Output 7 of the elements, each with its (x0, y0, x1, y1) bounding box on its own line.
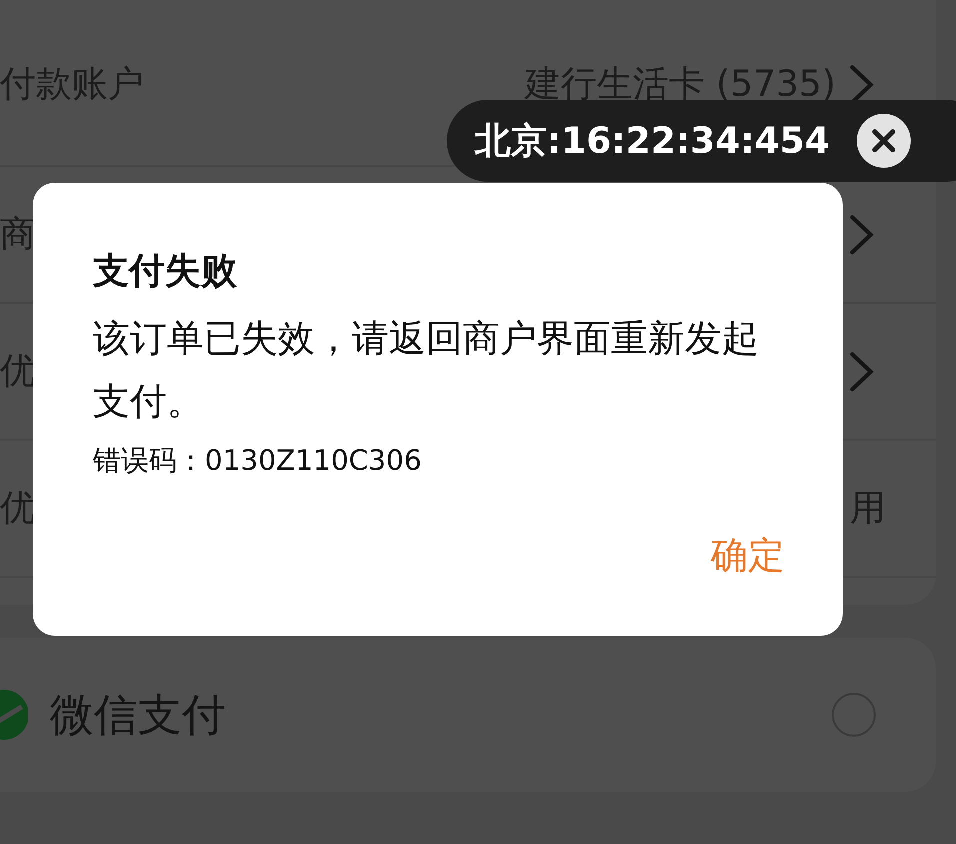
payment-option-label: 微信支付 (50, 688, 226, 742)
dialog-message: 该订单已失效，请返回商户界面重新发起支付。 (93, 316, 760, 425)
time-text: 北京:16:22:34:454 (475, 120, 830, 164)
close-icon[interactable] (856, 113, 912, 169)
error-code: 错误码：0130Z110C306 (93, 443, 423, 479)
dialog-title: 支付失败 (93, 250, 238, 294)
confirm-button[interactable]: 确定 (711, 531, 785, 581)
